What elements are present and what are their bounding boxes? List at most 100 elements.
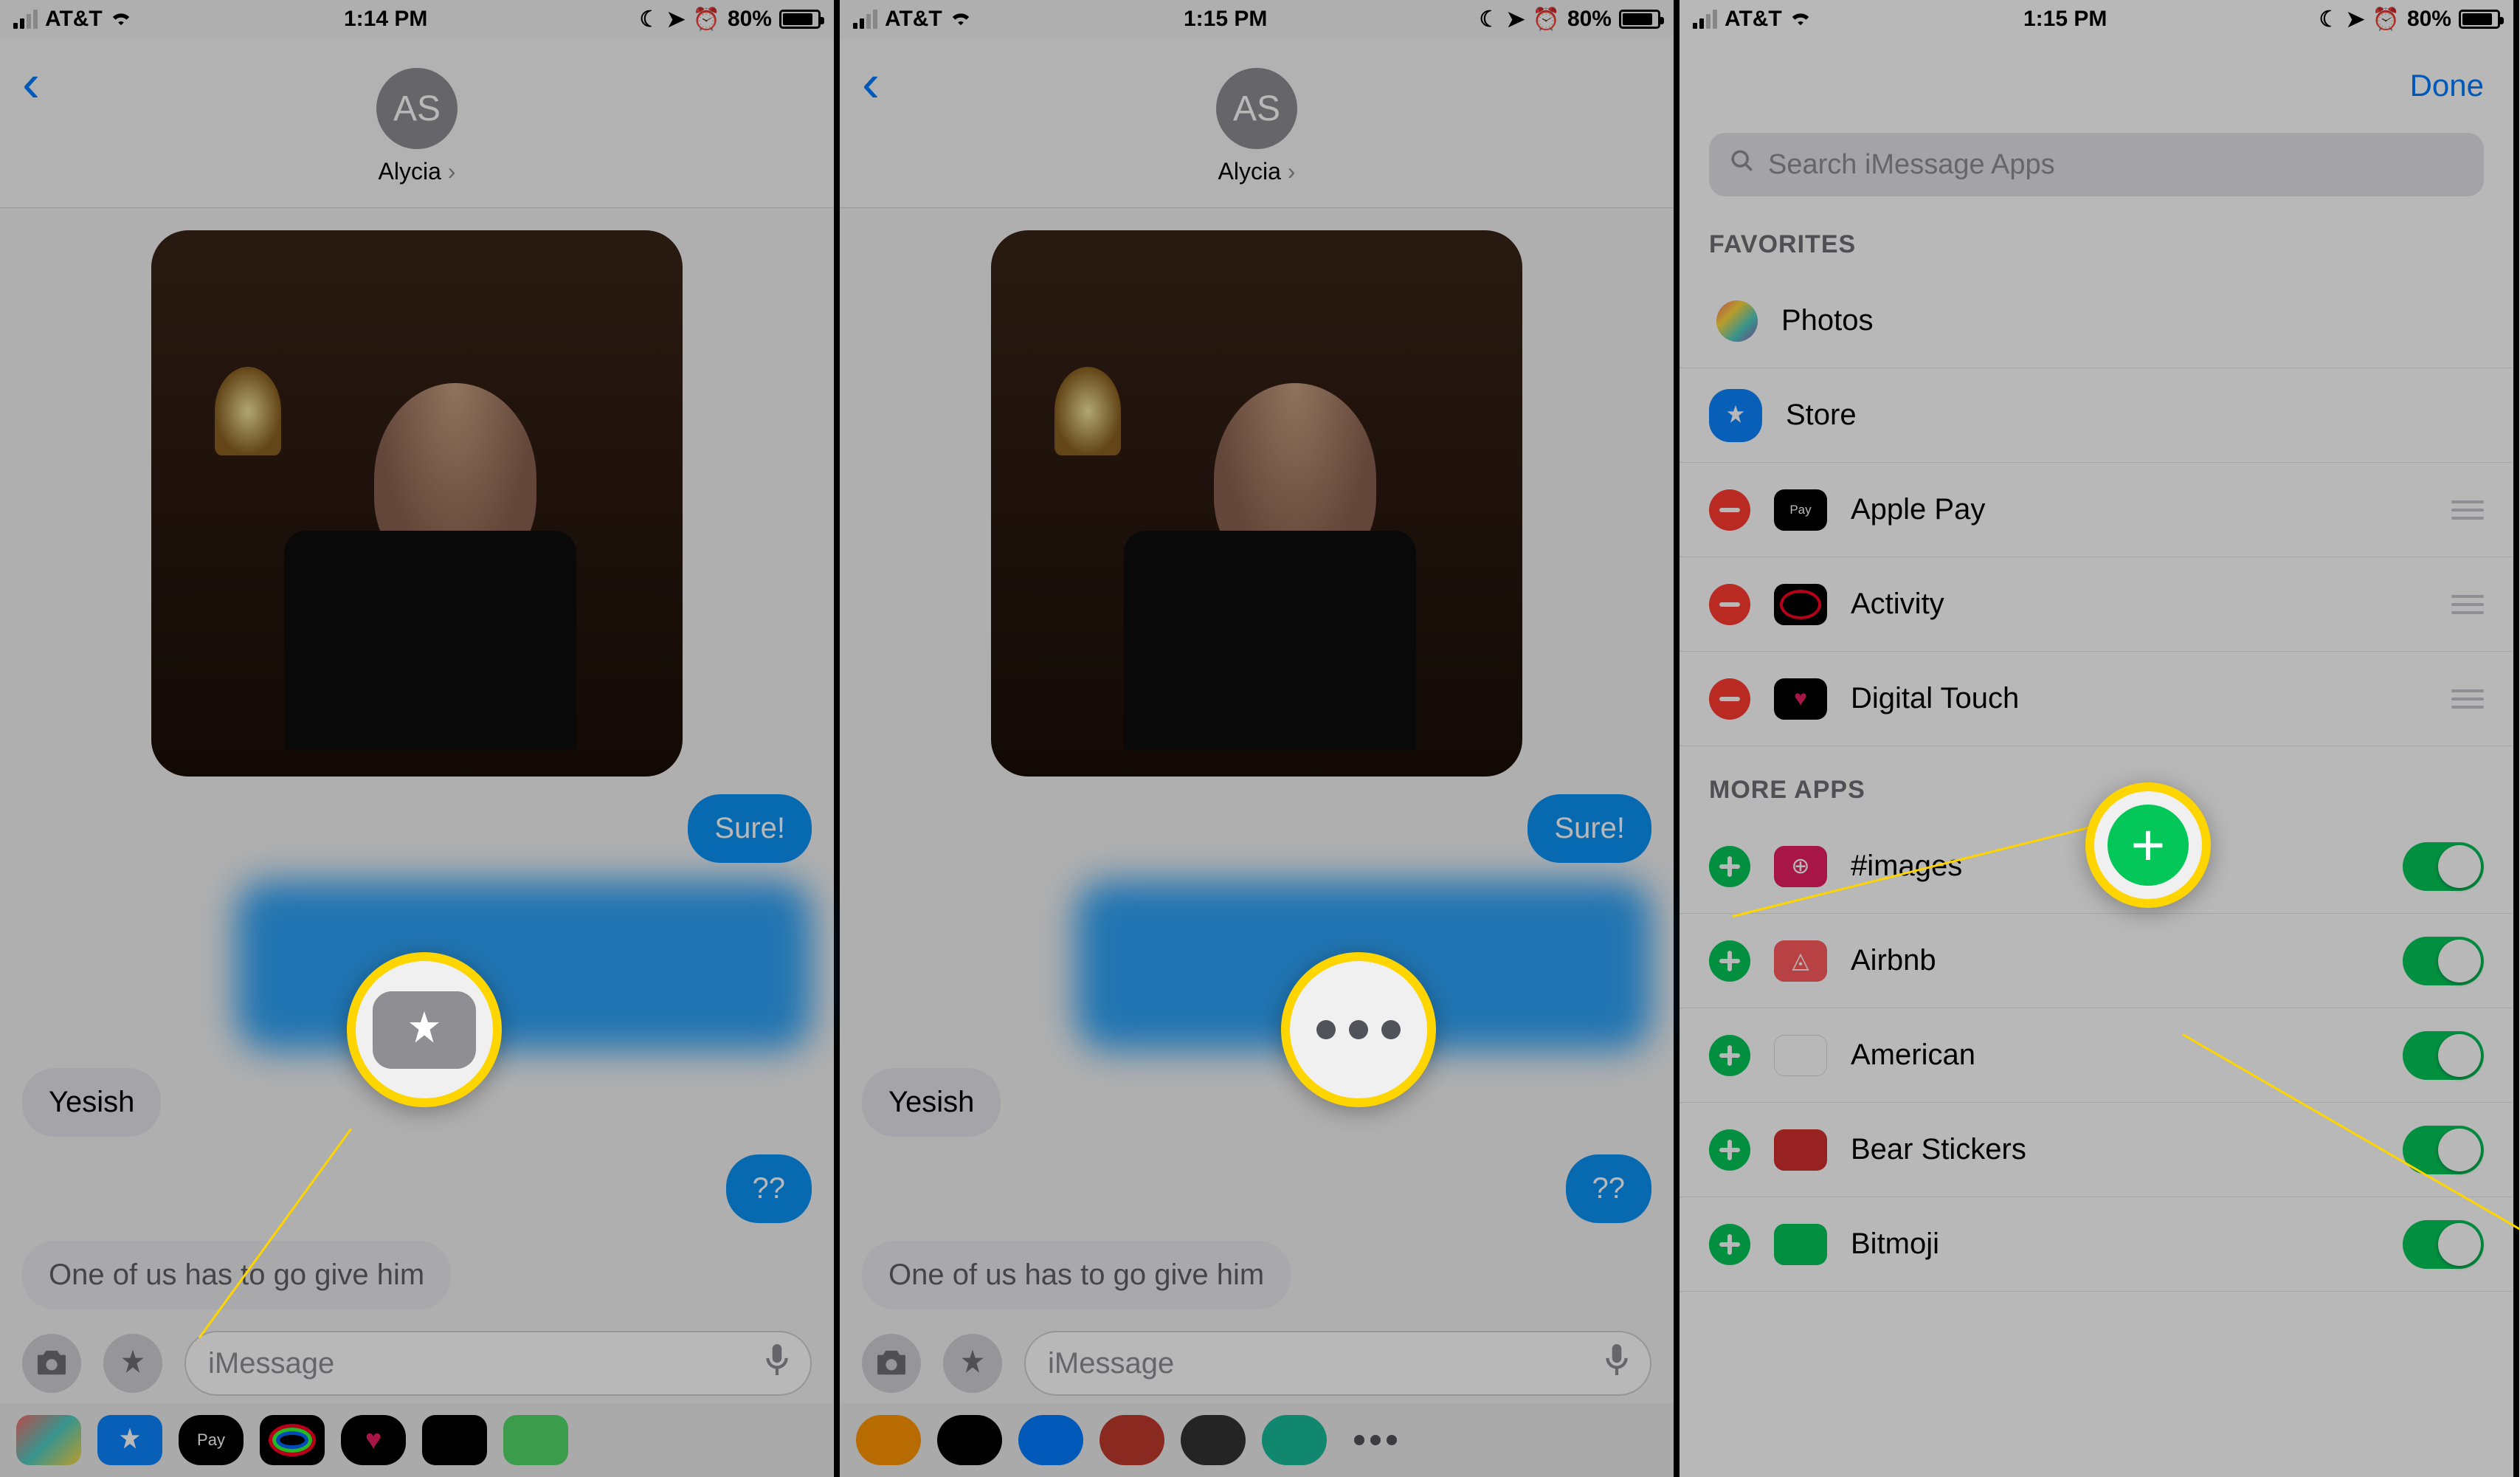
applepay-icon: Pay	[1774, 489, 1827, 531]
row-label: Photos	[1781, 304, 2484, 337]
message-input[interactable]: iMessage	[184, 1331, 812, 1396]
pending-bubble: One of us has to go give him	[862, 1241, 1291, 1309]
toggle-switch[interactable]	[2403, 842, 2484, 891]
received-bubble[interactable]: Yesish	[22, 1068, 161, 1137]
location-icon: ➤	[666, 7, 685, 32]
back-button[interactable]: ‹	[22, 53, 40, 114]
battery-pct: 80%	[728, 7, 772, 32]
signal-icon	[13, 10, 38, 29]
row-label: Store	[1786, 399, 2484, 432]
row-label: Bitmoji	[1851, 1228, 2379, 1261]
remove-button[interactable]	[1709, 678, 1750, 720]
add-button[interactable]	[1709, 1035, 1750, 1076]
toggle-switch[interactable]	[2403, 1031, 2484, 1080]
toggle-switch[interactable]	[2403, 937, 2484, 985]
battery-icon	[1619, 10, 1660, 29]
signal-icon	[853, 10, 877, 29]
search-icon	[1730, 148, 1755, 181]
drawer-app-icon[interactable]	[1100, 1415, 1164, 1465]
row-digitaltouch[interactable]: ♥ Digital Touch	[1680, 652, 2513, 746]
activity-icon	[1774, 584, 1827, 625]
add-button[interactable]	[1709, 1224, 1750, 1265]
sent-bubble[interactable]: ??	[1566, 1154, 1652, 1223]
wifi-icon	[110, 7, 132, 32]
row-bear[interactable]: Bear Stickers	[1680, 1103, 2513, 1197]
image-message[interactable]	[151, 230, 683, 777]
received-bubble[interactable]: Yesish	[862, 1068, 1001, 1137]
battery-icon	[779, 10, 821, 29]
back-button[interactable]: ‹	[862, 53, 880, 114]
drawer-app-icon[interactable]	[1262, 1415, 1327, 1465]
pending-bubble: One of us has to go give him	[22, 1241, 451, 1309]
drawer-app-icon[interactable]	[937, 1415, 1002, 1465]
row-airbnb[interactable]: ◬ Airbnb	[1680, 914, 2513, 1008]
alarm-icon: ⏰	[1533, 7, 1560, 32]
row-applepay[interactable]: Pay Apple Pay	[1680, 463, 2513, 557]
airbnb-icon: ◬	[1774, 940, 1827, 982]
alarm-icon: ⏰	[693, 7, 720, 32]
add-button[interactable]	[1709, 940, 1750, 982]
status-bar: AT&T 1:15 PM ☾ ➤ ⏰ 80%	[840, 0, 1674, 38]
search-field[interactable]: Search iMessage Apps	[1709, 133, 2484, 196]
drag-handle[interactable]	[2451, 500, 2484, 520]
apps-button[interactable]	[943, 1334, 1002, 1393]
moon-icon: ☾	[1480, 7, 1499, 32]
carrier: AT&T	[885, 7, 942, 32]
photos-icon	[1716, 300, 1758, 342]
drag-handle[interactable]	[2451, 595, 2484, 614]
drawer-app-icon[interactable]	[422, 1415, 487, 1465]
clock: 1:15 PM	[1184, 7, 1267, 32]
contact-name[interactable]: Alycia	[379, 158, 456, 185]
mic-icon[interactable]	[766, 1344, 788, 1383]
row-label: Bear Stickers	[1851, 1133, 2379, 1166]
drawer-photos-icon[interactable]	[16, 1415, 81, 1465]
drawer-app-icon[interactable]	[503, 1415, 568, 1465]
toggle-switch[interactable]	[2403, 1220, 2484, 1269]
drag-handle[interactable]	[2451, 689, 2484, 709]
row-american[interactable]: American	[1680, 1008, 2513, 1103]
compose-row: iMessage	[0, 1331, 834, 1396]
favorites-header: FAVORITES	[1680, 201, 2513, 274]
plus-icon: +	[2108, 805, 2189, 886]
moon-icon: ☾	[640, 7, 660, 32]
drawer-store-icon[interactable]	[97, 1415, 162, 1465]
row-activity[interactable]: Activity	[1680, 557, 2513, 652]
callout-apps	[347, 952, 502, 1107]
row-label: Airbnb	[1851, 944, 2379, 977]
contact-name[interactable]: Alycia	[1218, 158, 1296, 185]
add-button[interactable]	[1709, 846, 1750, 887]
mic-icon[interactable]	[1606, 1344, 1628, 1383]
add-button[interactable]	[1709, 1129, 1750, 1171]
row-bitmoji[interactable]: Bitmoji	[1680, 1197, 2513, 1292]
clock: 1:14 PM	[344, 7, 427, 32]
drawer-applepay-icon[interactable]: Pay	[179, 1415, 244, 1465]
drawer-digitaltouch-icon[interactable]: ♥	[341, 1415, 406, 1465]
callout-add: +	[2085, 782, 2211, 908]
row-label: Apple Pay	[1851, 493, 2428, 526]
remove-button[interactable]	[1709, 489, 1750, 531]
status-bar: AT&T 1:15 PM ☾ ➤ ⏰ 80%	[1680, 0, 2513, 38]
message-list: Sure! Yesish ?? One of us has to go give…	[840, 208, 1674, 1332]
remove-button[interactable]	[1709, 584, 1750, 625]
image-message[interactable]	[991, 230, 1522, 777]
row-photos[interactable]: Photos	[1680, 274, 2513, 368]
app-drawer[interactable]: Pay ♥	[0, 1403, 834, 1477]
camera-button[interactable]	[862, 1334, 921, 1393]
drawer-app-icon[interactable]	[1181, 1415, 1246, 1465]
apps-button[interactable]	[103, 1334, 162, 1393]
camera-button[interactable]	[22, 1334, 81, 1393]
done-button[interactable]: Done	[1709, 68, 2484, 103]
contact-avatar[interactable]: AS	[376, 68, 458, 149]
contact-avatar[interactable]: AS	[1216, 68, 1297, 149]
sent-bubble[interactable]: Sure!	[1527, 794, 1651, 863]
row-store[interactable]: Store	[1680, 368, 2513, 463]
drawer-app-icon[interactable]	[1018, 1415, 1083, 1465]
drawer-app-icon[interactable]	[856, 1415, 921, 1465]
drawer-more-button[interactable]	[1343, 1415, 1408, 1465]
sent-bubble[interactable]: Sure!	[688, 794, 812, 863]
status-bar: AT&T 1:14 PM ☾ ➤ ⏰ 80%	[0, 0, 834, 38]
sent-bubble[interactable]: ??	[726, 1154, 812, 1223]
message-input[interactable]: iMessage	[1024, 1331, 1651, 1396]
drawer-activity-icon[interactable]	[260, 1415, 325, 1465]
app-drawer[interactable]	[840, 1403, 1674, 1477]
